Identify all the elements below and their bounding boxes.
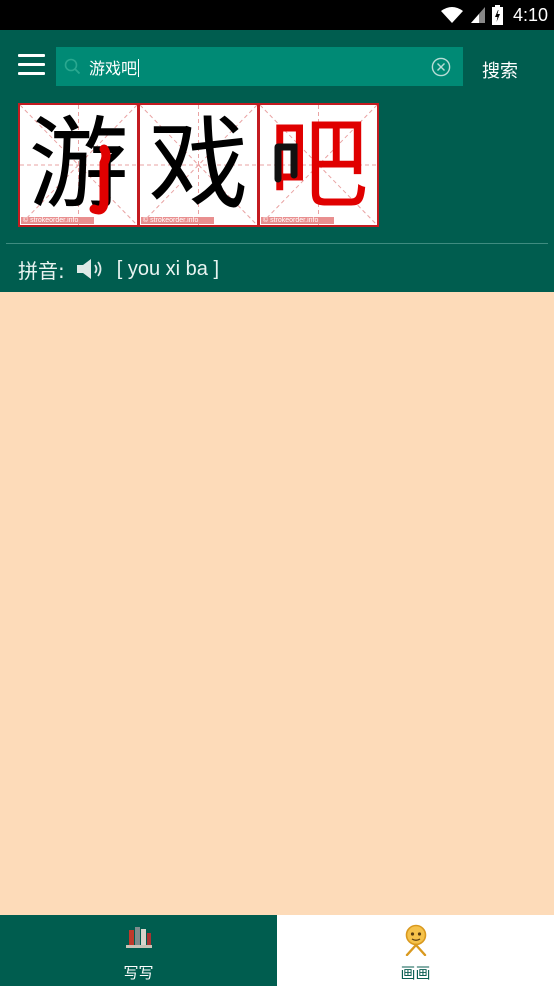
bottom-nav: 写写 画画 <box>0 915 554 986</box>
stroke-highlight <box>89 144 111 215</box>
battery-icon <box>491 5 503 25</box>
status-icons: 4:10 <box>440 0 548 30</box>
clear-icon[interactable] <box>431 57 451 77</box>
search-query[interactable]: 游戏吧 <box>89 55 140 79</box>
smiley-figure-icon <box>405 924 426 956</box>
stroke-highlight <box>274 143 298 183</box>
tab-draw-label: 画画 <box>400 964 431 982</box>
search-icon <box>64 58 81 75</box>
tab-draw[interactable]: 画画 <box>277 915 554 986</box>
watermark: © strokeorder.info <box>21 217 95 224</box>
pinyin-value: [ you xi ba ] <box>116 257 220 280</box>
wifi-icon <box>440 7 463 23</box>
menu-icon[interactable] <box>18 54 45 76</box>
search-input[interactable]: 游戏吧 <box>56 47 463 86</box>
character-glyph: 戏 <box>148 106 249 223</box>
status-time: 4:10 <box>512 4 548 25</box>
character-card[interactable]: 游 © strokeorder.info <box>18 103 139 227</box>
books-icon <box>125 927 152 948</box>
pinyin-row: 拼音: [ you xi ba ] <box>18 254 219 284</box>
speaker-icon[interactable] <box>75 257 105 281</box>
watermark: © strokeorder.info <box>141 217 215 224</box>
divider <box>6 243 548 244</box>
app-header: 游戏吧 搜索 游 © strokeorder.info 戏 © strokeor… <box>0 30 554 292</box>
stroke-order-cards: 游 © strokeorder.info 戏 © strokeorder.inf… <box>18 103 379 227</box>
signal-icon <box>470 7 485 23</box>
tab-write[interactable]: 写写 <box>0 915 277 986</box>
content-area <box>0 292 554 915</box>
character-card[interactable]: 戏 © strokeorder.info <box>138 103 259 227</box>
search-button[interactable]: 搜索 <box>482 57 518 83</box>
tab-write-label: 写写 <box>123 964 154 982</box>
pinyin-label: 拼音: <box>18 258 65 283</box>
character-card[interactable]: 吧 © strokeorder.info <box>258 103 379 227</box>
status-bar: 4:10 <box>0 0 554 30</box>
watermark: © strokeorder.info <box>261 217 335 224</box>
